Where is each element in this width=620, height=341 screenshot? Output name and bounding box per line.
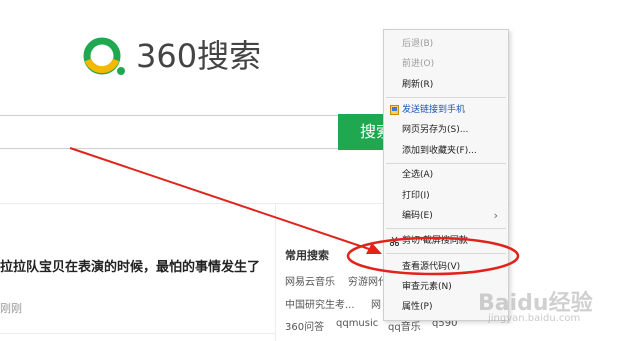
chevron-right-icon: ›	[493, 209, 498, 222]
menu-separator	[386, 163, 506, 164]
annotation-arrowhead	[366, 243, 382, 254]
scissors-icon	[390, 236, 399, 246]
common-search-tag[interactable]: 360问答	[285, 318, 324, 333]
common-search-title: 常用搜索	[285, 249, 329, 262]
common-search-tag[interactable]: 网易云音乐	[285, 273, 335, 288]
common-search-tag[interactable]: 中国研究生考...	[285, 296, 355, 311]
logo-text: 360搜索	[136, 37, 262, 75]
news-headline[interactable]: 拉拉队宝贝在表演的时候，最怕的事情发生了	[0, 256, 260, 275]
phone-icon	[390, 105, 399, 115]
menu-item-back[interactable]: 后退(B)	[384, 34, 508, 54]
menu-item-select-all[interactable]: 全选(A)	[384, 165, 508, 185]
context-menu: 后退(B) 前进(O) 刷新(R) 发送链接到手机 网页另存为(S)... 添加…	[383, 29, 509, 321]
menu-item-save-as[interactable]: 网页另存为(S)...	[384, 120, 508, 140]
menu-item-view-source[interactable]: 查看源代码(V)	[384, 257, 508, 277]
menu-item-add-favorite[interactable]: 添加到收藏夹(F)...	[384, 141, 508, 161]
search-input[interactable]	[0, 115, 338, 149]
menu-item-print[interactable]: 打印(I)	[384, 186, 508, 206]
menu-separator	[386, 97, 506, 98]
menu-item-screenshot-search[interactable]: 剪切·截屏搜同款	[384, 231, 508, 251]
common-search-tag[interactable]: qqmusic	[336, 318, 378, 329]
360-logo-icon	[83, 37, 125, 75]
baidu-watermark-url: jingyan.baidu.com	[488, 313, 581, 324]
menu-item-label: 编码(E)	[402, 211, 433, 221]
menu-item-encoding[interactable]: 编码(E) ›	[384, 206, 508, 226]
common-search-tag[interactable]: 网	[371, 296, 381, 311]
menu-item-send-to-phone[interactable]: 发送链接到手机	[384, 100, 508, 120]
news-divider	[0, 333, 276, 334]
common-search-tag[interactable]: 穷游网代	[348, 273, 388, 288]
menu-separator	[386, 228, 506, 229]
menu-separator	[386, 253, 506, 254]
menu-item-forward[interactable]: 前进(O)	[384, 54, 508, 74]
menu-item-refresh[interactable]: 刷新(R)	[384, 75, 508, 95]
news-source: 刚刚	[0, 302, 22, 315]
menu-item-label: 发送链接到手机	[402, 105, 466, 115]
menu-item-label: 剪切·截屏搜同款	[402, 236, 468, 246]
